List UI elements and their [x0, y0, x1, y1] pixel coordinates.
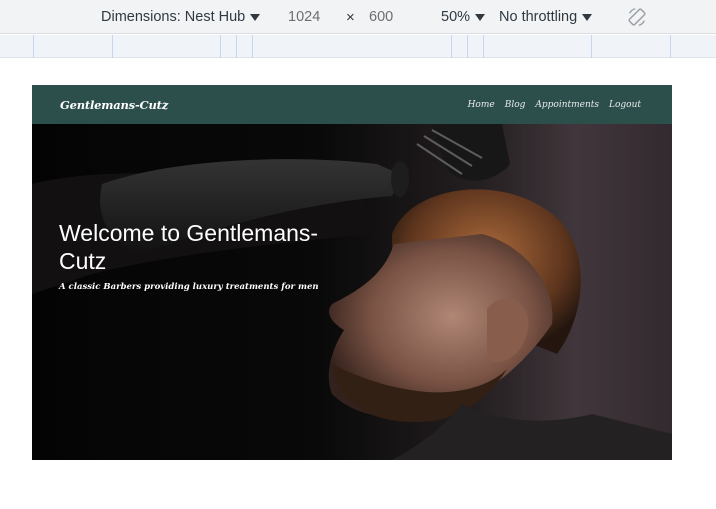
- zoom-selector[interactable]: 50%: [441, 0, 486, 34]
- device-toolbar: Dimensions: Nest Hub 1024 × 600 50% No t…: [0, 0, 716, 34]
- media-query-ruler[interactable]: [0, 35, 716, 58]
- ruler-tick: [670, 35, 671, 58]
- ruler-tick: [451, 35, 452, 58]
- hero-title: Welcome to Gentlemans-Cutz: [59, 220, 319, 274]
- zoom-label: 50%: [441, 9, 471, 25]
- ruler-tick: [236, 35, 237, 58]
- nav-links: Home Blog Appointments Logout: [468, 100, 641, 110]
- hero-banner: Welcome to Gentlemans-Cutz A classic Bar…: [32, 124, 672, 460]
- site-navbar: Gentlemans-Cutz Home Blog Appointments L…: [32, 85, 672, 124]
- ruler-tick: [591, 35, 592, 58]
- width-input[interactable]: 1024: [288, 0, 320, 34]
- throttling-selector[interactable]: No throttling: [499, 0, 593, 34]
- hero-subtitle: A classic Barbers providing luxury treat…: [59, 282, 319, 292]
- rotate-icon: [628, 8, 646, 26]
- dimension-separator: ×: [346, 8, 355, 26]
- ruler-tick: [252, 35, 253, 58]
- ruler-tick: [112, 35, 113, 58]
- throttling-dropdown-caret-icon: [582, 13, 593, 21]
- emulated-viewport: Gentlemans-Cutz Home Blog Appointments L…: [32, 85, 672, 460]
- ruler-tick: [483, 35, 484, 58]
- device-selector[interactable]: Dimensions: Nest Hub: [101, 0, 261, 34]
- zoom-dropdown-caret-icon: [475, 13, 486, 21]
- throttling-label: No throttling: [499, 9, 578, 25]
- site-brand[interactable]: Gentlemans-Cutz: [60, 98, 168, 112]
- ruler-tick: [33, 35, 34, 58]
- nav-link-blog[interactable]: Blog: [505, 100, 526, 110]
- nav-link-appointments[interactable]: Appointments: [535, 100, 599, 110]
- ruler-tick: [467, 35, 468, 58]
- nav-link-home[interactable]: Home: [468, 100, 495, 110]
- device-dropdown-caret-icon: [250, 13, 261, 21]
- device-label: Dimensions: Nest Hub: [101, 9, 246, 25]
- nav-link-logout[interactable]: Logout: [609, 100, 641, 110]
- barber-hero-image: [32, 124, 672, 460]
- rotate-button[interactable]: [626, 0, 648, 34]
- height-input[interactable]: 600: [369, 0, 393, 34]
- ruler-tick: [220, 35, 221, 58]
